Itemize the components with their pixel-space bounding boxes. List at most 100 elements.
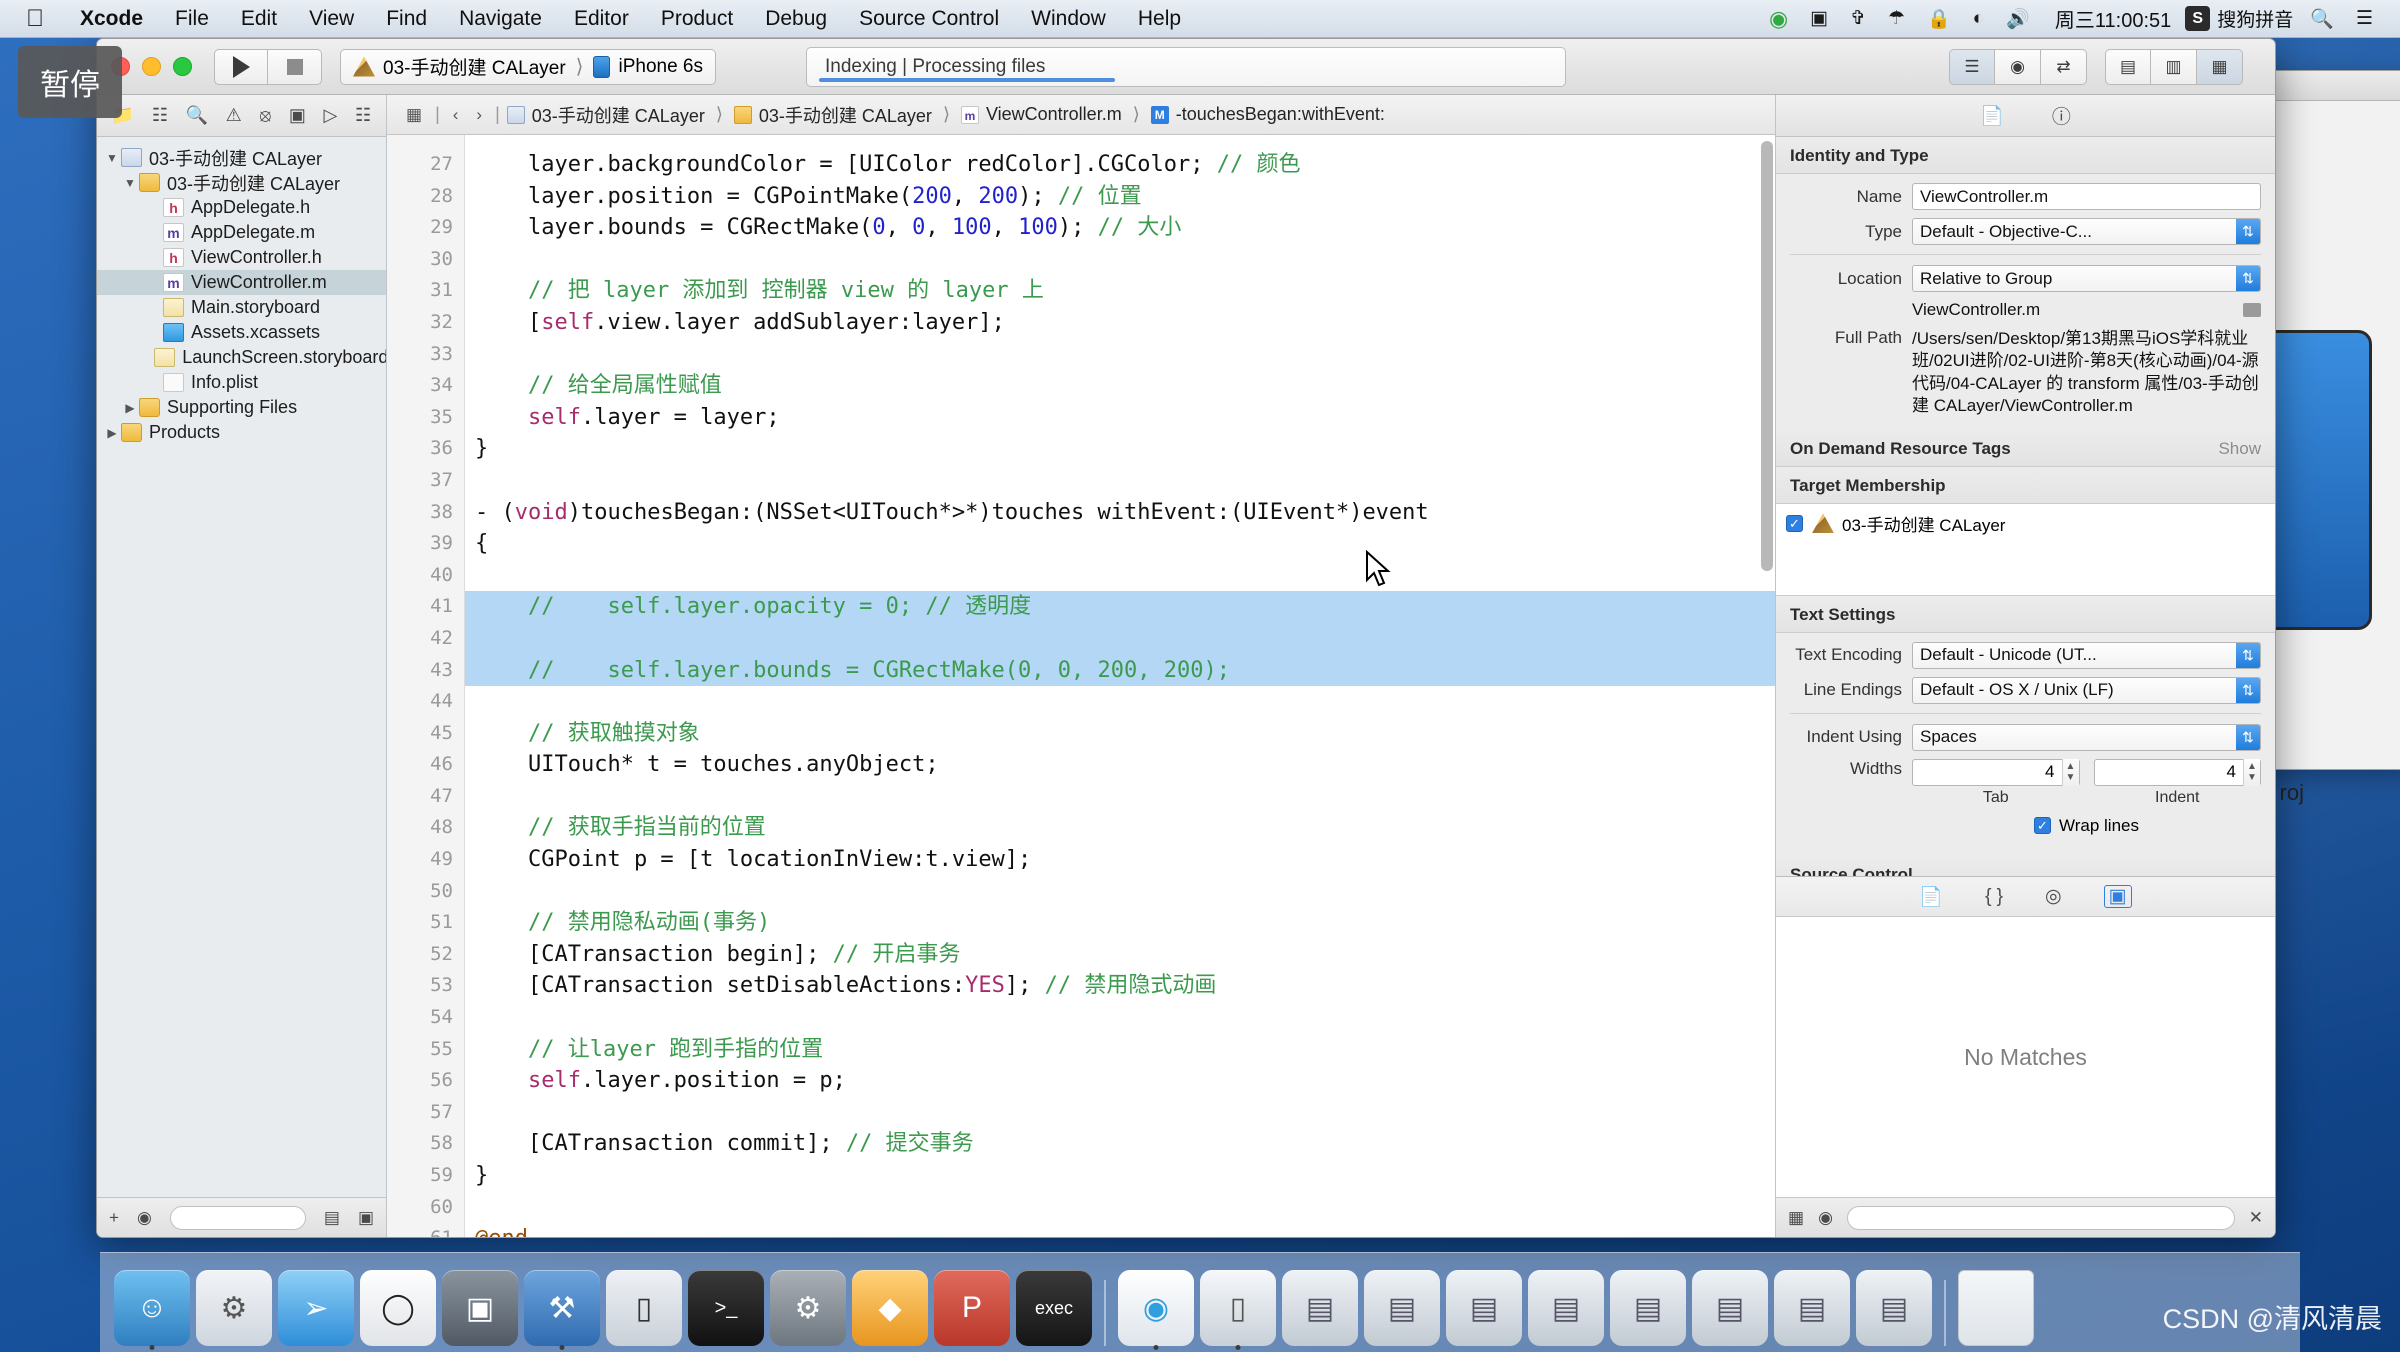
identity-and-type-section-header[interactable]: Identity and Type <box>1776 137 2275 174</box>
dock-item-simulator[interactable]: ▯ <box>606 1270 682 1346</box>
tree-row-info-plist[interactable]: ▶ Info.plist <box>97 370 386 395</box>
indent-using-dropdown[interactable]: Spaces <box>1912 723 2261 751</box>
media-library-icon[interactable]: ▣ <box>2103 885 2132 908</box>
dock-item-minimized-4[interactable]: ▤ <box>1528 1270 1604 1346</box>
code-line[interactable] <box>465 622 1775 655</box>
dock-item-system-preferences[interactable]: ⚙ <box>770 1270 846 1346</box>
dock-item-terminal[interactable]: >_ <box>688 1270 764 1346</box>
code-line[interactable]: self.layer.position = p; <box>465 1065 1775 1097</box>
tree-row-products[interactable]: ▶ Products <box>97 420 386 445</box>
breadcrumb-method[interactable]: M -touchesBegan:withEvent: <box>1148 104 1388 125</box>
indent-width-value[interactable]: 4 <box>2095 762 2244 782</box>
standard-editor-icon[interactable]: ☰ <box>1949 48 1995 85</box>
choose-folder-icon[interactable] <box>2243 303 2261 317</box>
dock-item-minimized-5[interactable]: ▤ <box>1610 1270 1686 1346</box>
assistant-editor-icon[interactable]: ◉ <box>1995 48 2041 85</box>
apple-logo-icon[interactable]:  <box>0 6 64 31</box>
hide-debug-area-icon[interactable]: ▥ <box>2151 48 2197 85</box>
close-icon[interactable]: ✕ <box>2249 1208 2263 1228</box>
code-line[interactable] <box>465 1097 1775 1129</box>
code-line[interactable]: layer.position = CGPointMake(200, 200); … <box>465 181 1775 213</box>
version-editor-icon[interactable]: ⇄ <box>2041 48 2087 85</box>
code-line[interactable]: @end <box>465 1223 1775 1237</box>
menu-source-control[interactable]: Source Control <box>843 7 1015 31</box>
code-line[interactable]: [self.view.layer addSublayer:layer]; <box>465 307 1775 339</box>
code-line[interactable]: // self.layer.bounds = CGRectMake(0, 0, … <box>465 654 1775 687</box>
tree-row-main-storyboard[interactable]: ▶ Main.storyboard <box>97 295 386 320</box>
dock-item-minimized-2[interactable]: ▤ <box>1364 1270 1440 1346</box>
library-filter-input[interactable] <box>1846 1205 2235 1230</box>
code-line[interactable]: } <box>465 433 1775 465</box>
code-line[interactable] <box>465 1192 1775 1224</box>
code-line[interactable]: CGPoint p = [t locationInView:t.view]; <box>465 844 1775 876</box>
dock-item-finder[interactable]: ☺ <box>114 1270 190 1350</box>
download-icon[interactable]: ◉ <box>1758 6 1799 32</box>
menu-find[interactable]: Find <box>370 7 443 31</box>
disclosure-triangle-icon[interactable]: ▶ <box>121 401 139 415</box>
stepper-arrows-icon[interactable]: ▲ ▼ <box>2061 758 2079 786</box>
editor-vertical-scrollbar[interactable] <box>1761 141 1773 571</box>
target-membership-item[interactable]: ✓ 03-手动创建 CALayer <box>1776 503 2275 543</box>
menu-xcode[interactable]: Xcode <box>64 7 159 31</box>
dock-item-trash[interactable] <box>1958 1270 2034 1346</box>
odr-section-header[interactable]: On Demand Resource Tags Show <box>1776 429 2275 467</box>
filter-by-unsaved-icon[interactable]: ▣ <box>358 1208 374 1228</box>
code-line[interactable]: [CATransaction setDisableActions:YES]; /… <box>465 970 1775 1002</box>
wrap-lines-checkbox[interactable]: ✓ <box>2034 817 2051 835</box>
file-template-library-icon[interactable]: 📄 <box>1919 885 1943 909</box>
breadcrumb-group[interactable]: 03-手动创建 CALayer <box>731 102 935 128</box>
test-navigator-icon[interactable]: ⦻ <box>259 105 271 126</box>
navigate-forward-icon[interactable]: › <box>467 105 491 125</box>
screen-record-icon[interactable]: ▣ <box>1799 7 1839 30</box>
add-file-button[interactable]: + <box>109 1208 119 1228</box>
file-name-input[interactable]: ViewController.m <box>1912 183 2261 210</box>
input-method-label[interactable]: 搜狗拼音 <box>2217 5 2299 32</box>
code-line[interactable]: self.layer = layer; <box>465 402 1775 434</box>
file-inspector-icon[interactable]: 📄 <box>1980 104 2004 128</box>
code-line[interactable]: // 给全局属性赋值 <box>465 370 1775 402</box>
dock-item-clock[interactable]: ◯ <box>360 1270 436 1346</box>
menu-debug[interactable]: Debug <box>749 7 843 31</box>
code-line[interactable]: layer.bounds = CGRectMake(0, 0, 100, 100… <box>465 212 1775 244</box>
dock-item-sketch[interactable]: ◆ <box>852 1270 928 1346</box>
tree-row-viewcontroller-m[interactable]: ▶ m ViewController.m <box>97 270 386 295</box>
debug-navigator-icon[interactable]: ▣ <box>289 105 306 126</box>
wifi-icon[interactable]: ◐ <box>1962 8 1995 30</box>
filter-by-source-control-icon[interactable]: ▤ <box>324 1208 340 1228</box>
lock-icon[interactable]: 🔒 <box>1916 7 1962 31</box>
code-line[interactable]: [CATransaction commit]; // 提交事务 <box>465 1128 1775 1160</box>
file-type-dropdown[interactable]: Default - Objective-C... <box>1912 218 2261 245</box>
code-line[interactable]: } <box>465 1160 1775 1192</box>
disclosure-triangle-icon[interactable]: ▼ <box>121 176 139 190</box>
list-icon[interactable]: ☰ <box>2345 7 2384 30</box>
tab-width-stepper[interactable]: 4 ▲ ▼ <box>1912 758 2080 786</box>
dock-item-launchpad[interactable]: ⚙ <box>196 1270 272 1346</box>
code-line[interactable]: [CATransaction begin]; // 开启事务 <box>465 939 1775 971</box>
navigate-back-icon[interactable]: ‹ <box>444 105 468 125</box>
code-line[interactable]: // 获取手指当前的位置 <box>465 812 1775 844</box>
dock-item-video-player[interactable]: ▣ <box>442 1270 518 1346</box>
menu-bar-clock[interactable]: 周三11:00:51 <box>2041 4 2185 33</box>
breadcrumb-project[interactable]: 03-手动创建 CALayer <box>504 102 708 128</box>
related-files-icon[interactable]: ▦ <box>397 105 431 125</box>
menu-file[interactable]: File <box>159 7 225 31</box>
code-line[interactable] <box>465 560 1775 592</box>
grid-view-icon[interactable]: ▦ <box>1788 1208 1804 1228</box>
code-line[interactable] <box>465 686 1775 718</box>
input-method-badge[interactable]: S <box>2185 6 2211 31</box>
breakpoint-navigator-icon[interactable]: ▷ <box>324 105 338 126</box>
tree-row-appdelegate-h[interactable]: ▶ h AppDelegate.h <box>97 195 386 220</box>
code-line[interactable] <box>465 781 1775 813</box>
menu-view[interactable]: View <box>293 7 370 31</box>
source-control-section-header[interactable]: Source Control <box>1776 855 2275 876</box>
text-settings-section-header[interactable]: Text Settings <box>1776 595 2275 633</box>
code-line[interactable] <box>465 465 1775 497</box>
dock-item-minimized-7[interactable]: ▤ <box>1774 1270 1850 1346</box>
dock-item-minimized-3[interactable]: ▤ <box>1446 1270 1522 1346</box>
odr-show-button[interactable]: Show <box>2218 439 2261 459</box>
search-icon[interactable]: 🔍 <box>2299 7 2345 31</box>
menu-help[interactable]: Help <box>1122 7 1197 31</box>
dock-item-exec[interactable]: exec <box>1016 1270 1092 1346</box>
zoom-button[interactable] <box>173 57 192 76</box>
location-dropdown[interactable]: Relative to Group <box>1912 265 2261 292</box>
